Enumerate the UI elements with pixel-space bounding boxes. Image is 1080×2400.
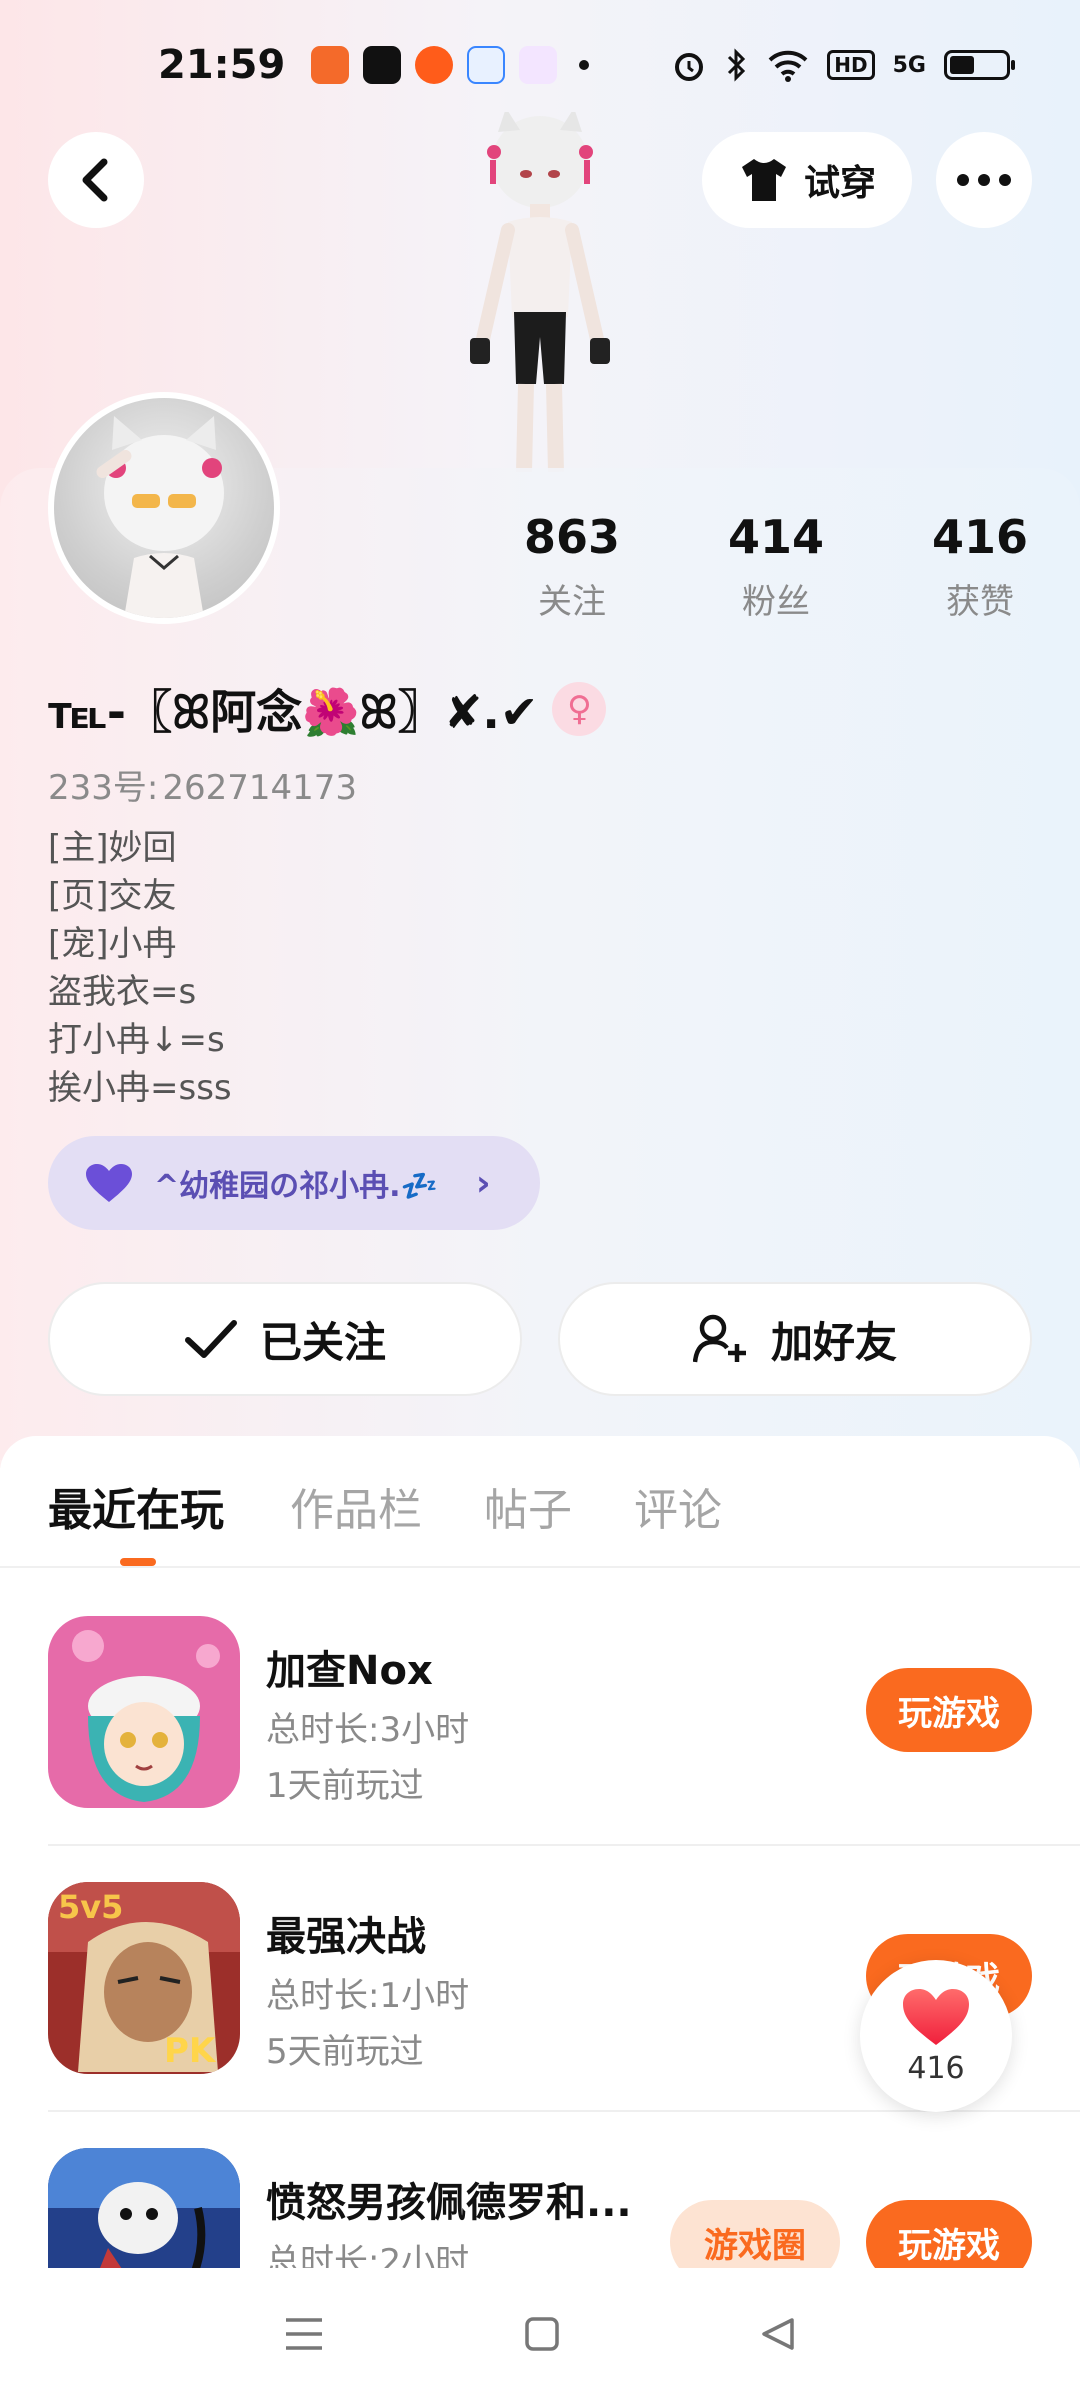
more-notifications-dot-icon (579, 60, 590, 70)
game-last-played: 1天前玩过 (266, 1766, 424, 1806)
account-id-value: 262714173 (162, 768, 358, 808)
profile-bio: [主]妙回 [页]交友 [宠]小冉 盗我衣=s 打小冉↓=s 挨小冉=sss (48, 824, 232, 1112)
back-triangle-icon[interactable] (760, 2316, 796, 2352)
stat-likes[interactable]: 416 获赞 (878, 510, 1080, 623)
shirt-icon (741, 159, 786, 201)
tab-recently-played[interactable]: 最近在玩 (48, 1474, 224, 1538)
avatar-character-figure (470, 112, 610, 472)
search-app-notification-icon (467, 46, 506, 84)
heart-icon (86, 1164, 132, 1202)
stat-label: 获赞 (946, 582, 1014, 622)
wifi-icon (768, 50, 808, 82)
tab-active-indicator (120, 1558, 156, 1566)
group-chip-label: ^幼稚园の祁小冉.💤 (154, 1169, 438, 1204)
tab-bar: 最近在玩 作品栏 帖子 评论 (0, 1436, 1080, 1568)
system-navigation-bar (0, 2268, 1080, 2400)
more-horizontal-icon (957, 174, 1011, 186)
stat-following[interactable]: 863 关注 (470, 510, 674, 623)
game-icon: 5v5 PK (48, 1882, 240, 2074)
bio-line: 挨小冉=sss (48, 1068, 232, 1108)
bio-line: [页]交友 (48, 876, 177, 916)
status-indicators: HD 5G (671, 47, 1015, 83)
bio-line: [主]妙回 (48, 828, 177, 868)
game-circle-button[interactable]: 游戏圈 (670, 2200, 840, 2268)
stat-value: 416 (931, 510, 1029, 564)
menu-icon[interactable] (284, 2317, 324, 2351)
battery-icon (944, 50, 1015, 80)
stat-label: 关注 (538, 582, 606, 622)
list-item[interactable]: 愤怒男孩佩德罗和... 总时长:2小时 游戏圈 玩游戏 (48, 2148, 1032, 2268)
list-item[interactable]: 加查Nox 总时长:3小时 1天前玩过 玩游戏 (48, 1616, 1032, 1882)
back-button[interactable] (48, 132, 144, 228)
profile-nickname: ℡-〖ꕤ阿念🌺ꕤ〗✘.✔ (48, 685, 539, 739)
profile-nickname-row: ℡-〖ꕤ阿念🌺ꕤ〗✘.✔ ♀ (48, 676, 607, 742)
game-icon (48, 1616, 240, 1808)
avatar[interactable] (48, 392, 280, 624)
stat-followers[interactable]: 414 粉丝 (674, 510, 878, 623)
followed-button[interactable]: 已关注 (48, 1282, 522, 1396)
add-friend-button[interactable]: 加好友 (558, 1282, 1032, 1396)
group-chip[interactable]: ^幼稚园の祁小冉.💤 › (48, 1136, 540, 1230)
avatar-image (96, 416, 224, 618)
game-title: 愤怒男孩佩德罗和... (266, 2180, 632, 2226)
game-duration: 总时长:2小时 (266, 2242, 470, 2268)
network-type: 5G (892, 52, 926, 78)
game-duration: 总时长:1小时 (266, 1976, 470, 2016)
status-time: 21:59 (158, 42, 286, 88)
stat-value: 414 (727, 510, 825, 564)
app-notification-icon (311, 46, 350, 84)
followed-label: 已关注 (259, 1317, 386, 1367)
female-icon: ♀ (552, 682, 607, 736)
game-icon (48, 2148, 240, 2268)
svg-text:PK: PK (164, 2031, 217, 2071)
like-count: 416 (907, 2050, 965, 2086)
tiktok-notification-icon (363, 46, 402, 84)
try-on-button[interactable]: 试穿 (702, 132, 912, 228)
try-on-label: 试穿 (803, 163, 876, 204)
alarm-icon (675, 53, 704, 81)
tab-works[interactable]: 作品栏 (290, 1474, 422, 1538)
bio-line: 打小冉↓=s (48, 1020, 225, 1060)
account-id-row[interactable]: 233号: 262714173 (48, 760, 361, 809)
bio-line: [宠]小冉 (48, 924, 177, 964)
app-notification-icon (415, 46, 454, 84)
tab-posts[interactable]: 帖子 (484, 1474, 572, 1538)
add-user-icon (692, 1314, 746, 1363)
tab-comments[interactable]: 评论 (634, 1474, 722, 1538)
svg-text:5v5: 5v5 (58, 1888, 123, 1926)
play-game-button[interactable]: 玩游戏 (866, 2200, 1032, 2268)
add-friend-label: 加好友 (770, 1317, 897, 1367)
chevron-left-icon (82, 158, 108, 202)
hd-badge: HD (827, 50, 875, 80)
heart-icon (903, 1988, 969, 2045)
stat-value: 863 (523, 510, 621, 564)
profile-stats: 863 关注 414 粉丝 416 获赞 (470, 510, 1080, 623)
app-notification-icon (519, 46, 558, 84)
divider (48, 1844, 1080, 1846)
game-title: 加查Nox (266, 1648, 433, 1694)
status-bar: 21:59 HD 5G (0, 0, 1080, 130)
bio-line: 盗我衣=s (48, 972, 197, 1012)
more-button[interactable] (936, 132, 1032, 228)
game-duration: 总时长:3小时 (266, 1710, 470, 1750)
home-icon[interactable] (524, 2316, 560, 2352)
like-button[interactable]: 416 (860, 1960, 1012, 2112)
stat-label: 粉丝 (742, 582, 810, 622)
account-id-label: 233号: (48, 768, 159, 808)
play-game-button[interactable]: 玩游戏 (866, 1668, 1032, 1752)
chevron-right-icon: › (475, 1162, 491, 1204)
game-title: 最强决战 (266, 1914, 426, 1960)
bluetooth-icon (728, 48, 746, 82)
check-icon (184, 1320, 237, 1358)
notification-app-icons (311, 46, 558, 84)
game-last-played: 5天前玩过 (266, 2032, 424, 2072)
